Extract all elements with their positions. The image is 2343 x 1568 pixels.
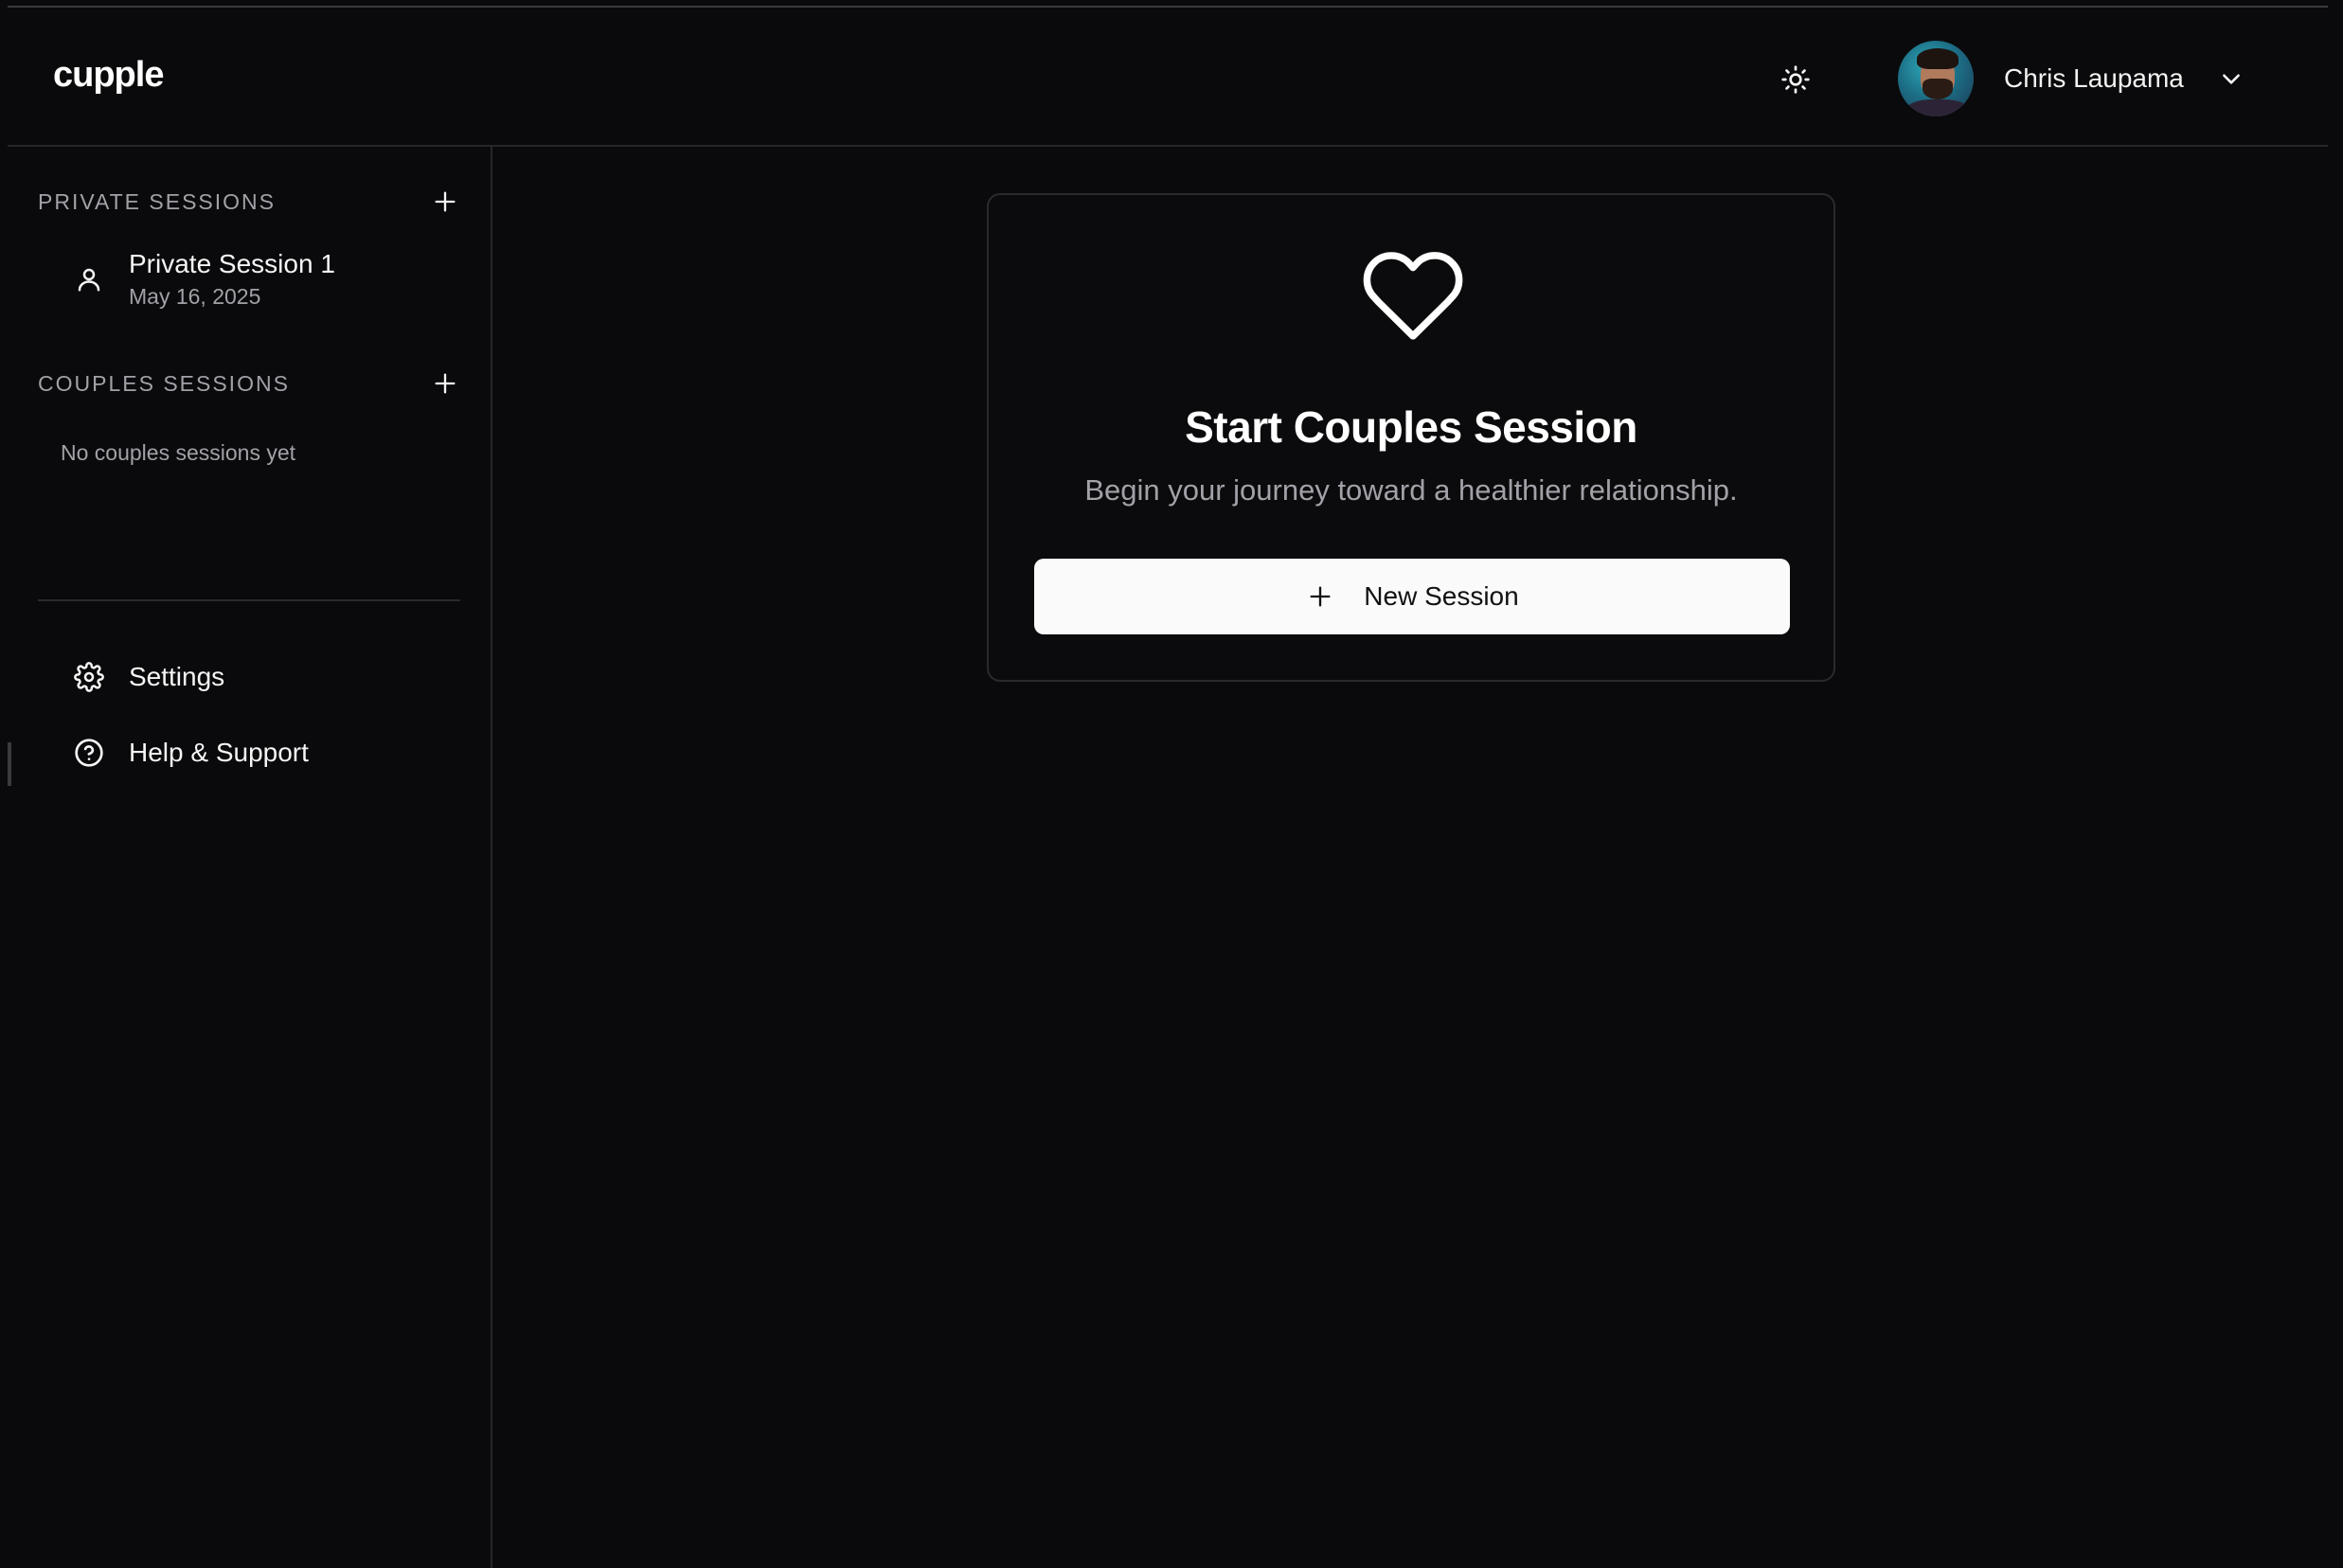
sidebar-item-settings[interactable]: Settings: [38, 649, 464, 705]
sidebar-item-label: Help & Support: [129, 738, 309, 767]
help-circle-icon: [70, 734, 108, 772]
chevron-down-icon[interactable]: [2218, 65, 2245, 92]
resize-handle[interactable]: [8, 742, 11, 786]
user-name: Chris Laupama: [2004, 63, 2184, 93]
sidebar-divider: [38, 599, 460, 601]
theme-toggle-button[interactable]: [1775, 59, 1816, 100]
card-subtitle: Begin your journey toward a healthier re…: [1084, 473, 1738, 507]
user-menu[interactable]: Chris Laupama: [1898, 36, 2245, 121]
plus-icon: [435, 373, 456, 394]
card-title: Start Couples Session: [1185, 402, 1637, 452]
sidebar-item-label: Settings: [129, 662, 225, 691]
app-logo[interactable]: cupple: [53, 55, 164, 96]
heart-icon: [1363, 252, 1463, 340]
avatar: [1898, 41, 1974, 116]
session-date: May 16, 2025: [129, 284, 261, 309]
couples-sessions-header: COUPLES SESSIONS: [38, 365, 464, 402]
plus-icon: [1305, 581, 1335, 612]
new-session-button[interactable]: New Session: [1034, 559, 1790, 634]
couples-empty-state: No couples sessions yet: [61, 440, 296, 465]
add-private-session-button[interactable]: [426, 183, 464, 221]
add-couples-session-button[interactable]: [426, 365, 464, 402]
private-session-item[interactable]: Private Session 1 May 16, 2025: [38, 241, 464, 317]
app-window: cupple Chris Laupama PRIVATE SESSIONS Pr…: [8, 6, 2328, 1568]
private-sessions-title: PRIVATE SESSIONS: [38, 188, 276, 214]
sun-icon: [1781, 65, 1810, 94]
new-session-label: New Session: [1364, 581, 1519, 611]
plus-icon: [435, 191, 456, 212]
couples-sessions-title: COUPLES SESSIONS: [38, 370, 290, 396]
gear-icon: [70, 658, 108, 696]
user-icon: [70, 260, 108, 298]
top-header: cupple Chris Laupama: [8, 8, 2328, 147]
private-sessions-header: PRIVATE SESSIONS: [38, 183, 464, 221]
sidebar-item-help-support[interactable]: Help & Support: [38, 724, 464, 781]
session-title: Private Session 1: [129, 249, 335, 278]
sidebar: PRIVATE SESSIONS Private Session 1 May 1…: [8, 147, 492, 1568]
start-session-card: Start Couples Session Begin your journey…: [987, 193, 1835, 682]
